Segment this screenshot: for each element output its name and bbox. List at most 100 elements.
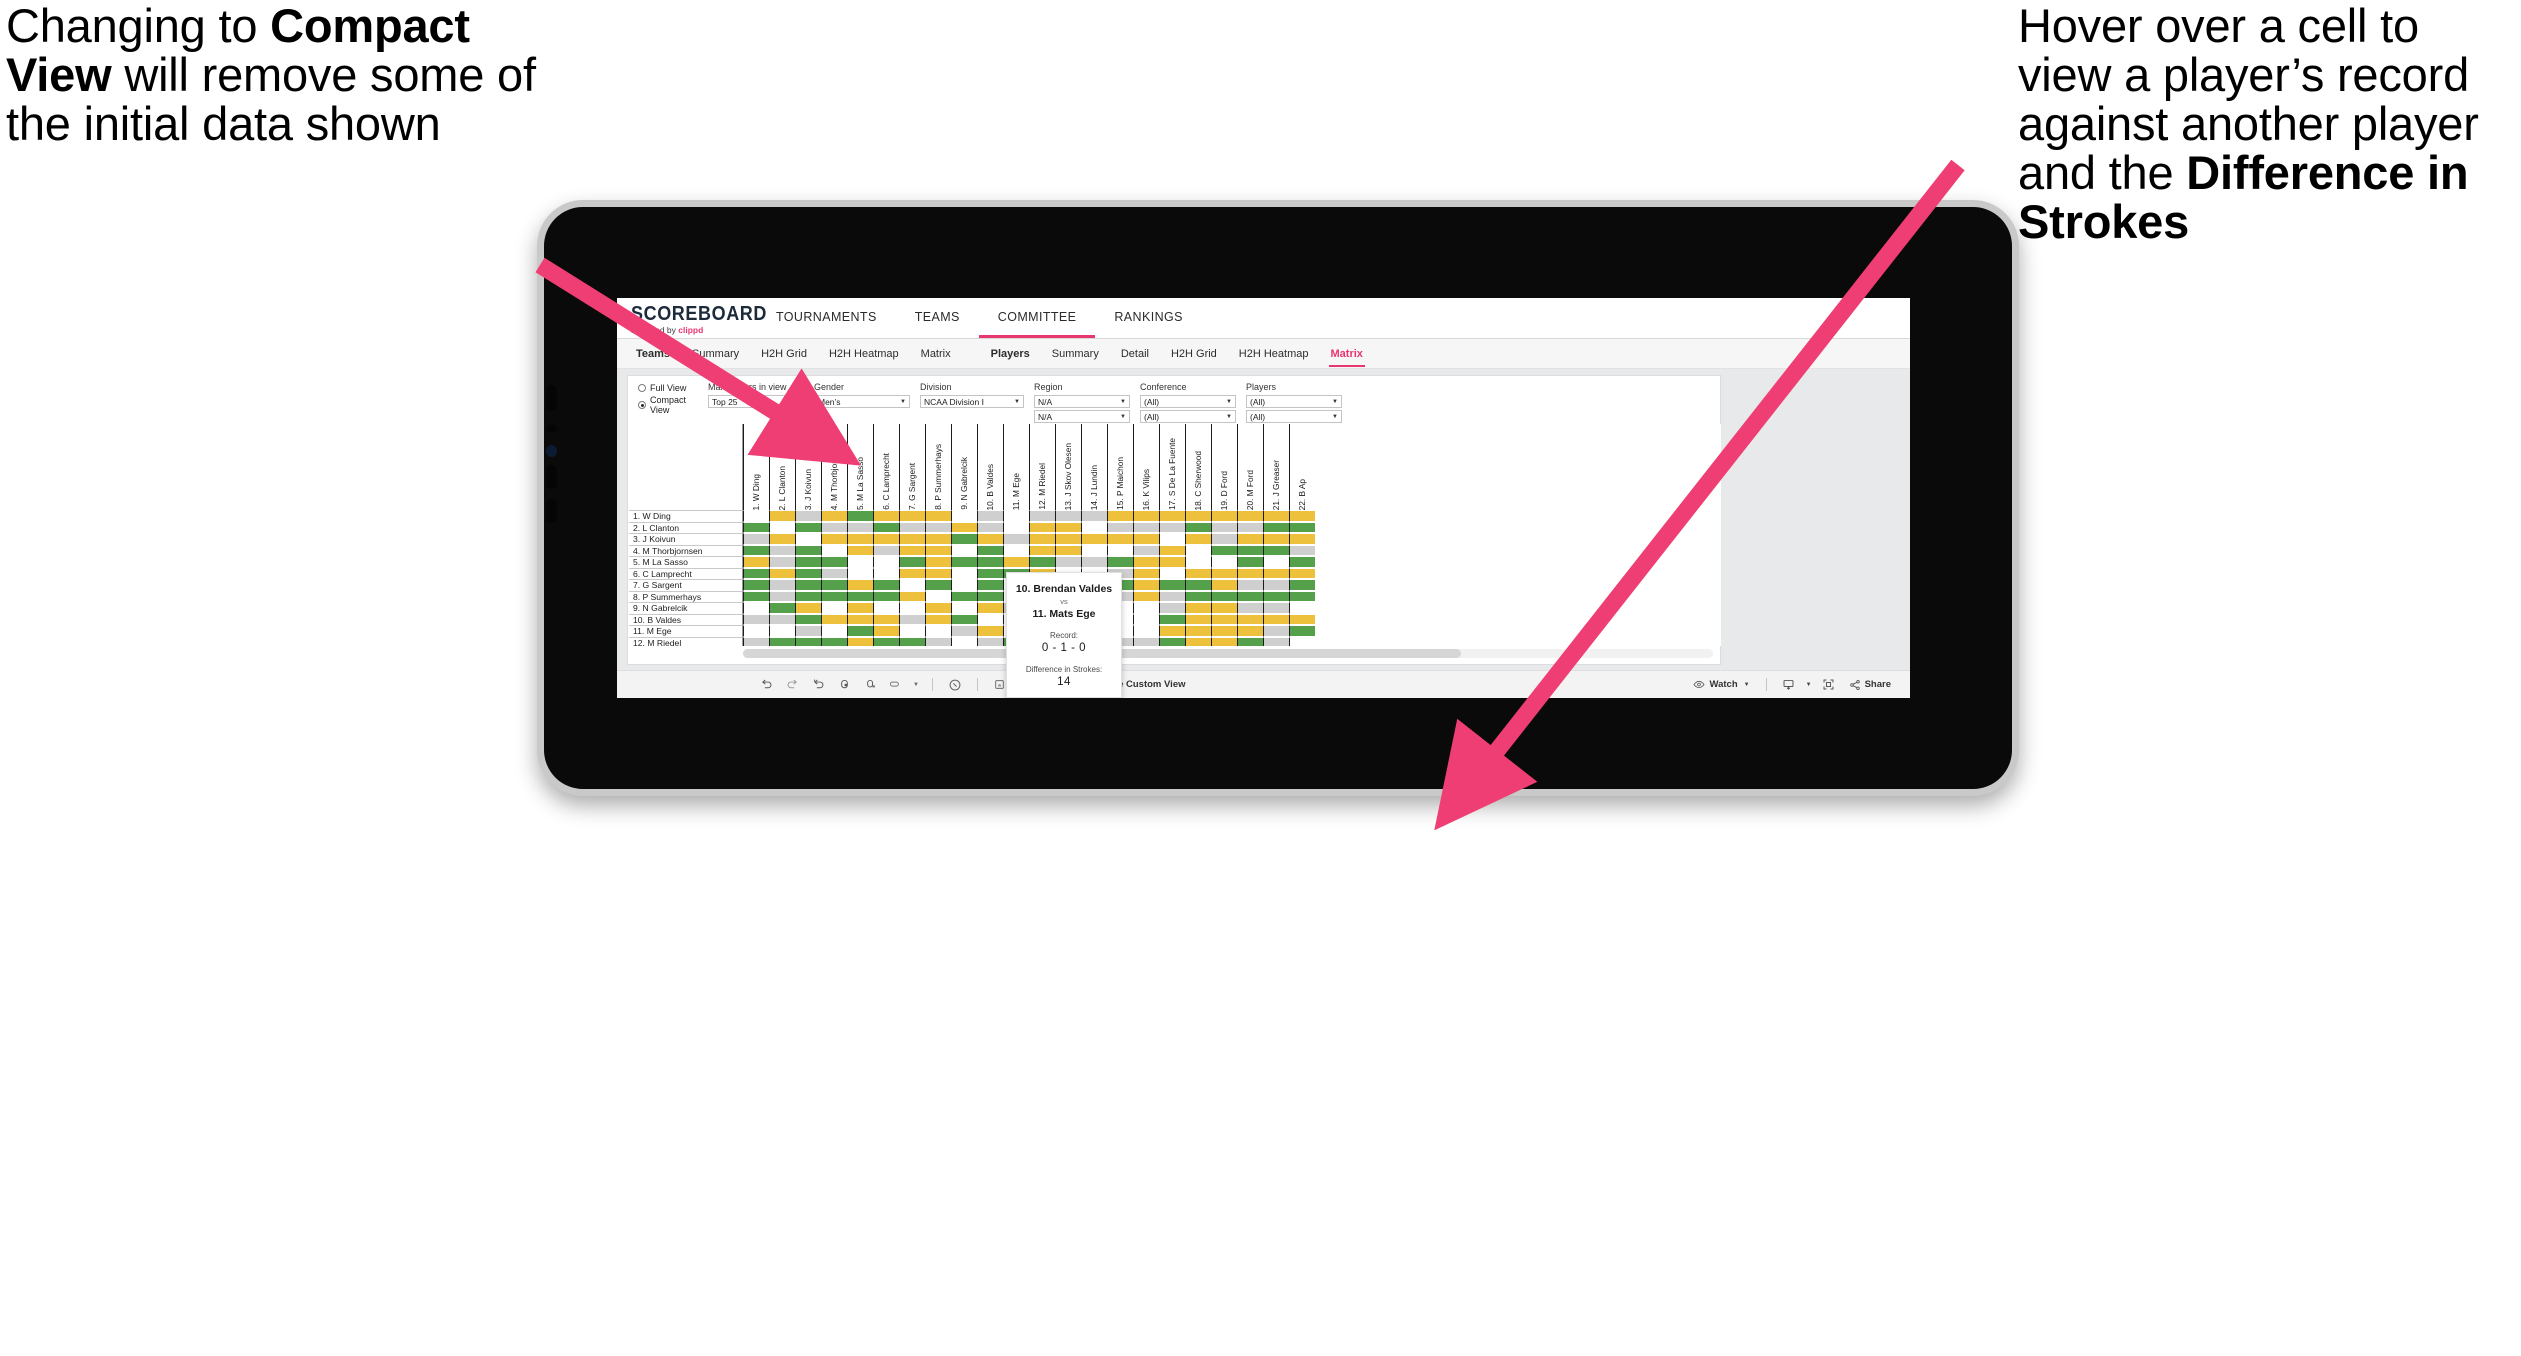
matrix-cell[interactable] [951,579,977,591]
matrix-cell[interactable] [1133,625,1159,637]
matrix-cell[interactable] [1107,510,1133,522]
matrix-cell[interactable] [1133,579,1159,591]
matrix-cell[interactable] [743,590,769,602]
matrix-cell[interactable] [1107,533,1133,545]
matrix-cell[interactable] [1029,521,1055,533]
matrix-cell[interactable] [1055,521,1081,533]
matrix-cell[interactable] [1185,625,1211,637]
matrix-cell[interactable] [1185,556,1211,568]
matrix-cell[interactable] [977,567,1003,579]
matrix-cell[interactable] [821,510,847,522]
matrix-cell[interactable] [769,636,795,646]
matrix-cell[interactable] [769,602,795,614]
matrix-cell[interactable] [769,510,795,522]
matrix-cell[interactable] [847,625,873,637]
matrix-cell[interactable] [1185,533,1211,545]
matrix-cell[interactable] [1237,533,1263,545]
matrix-column-header[interactable]: 10. B Valdes [977,424,1003,510]
matrix-cell[interactable] [951,510,977,522]
matrix-cell[interactable] [1185,579,1211,591]
matrix-cell[interactable] [1029,533,1055,545]
matrix-column-header[interactable]: 4. M Thorbjornsen [821,424,847,510]
matrix-row-label[interactable]: 12. M Riedel [629,636,743,646]
matrix-cell[interactable] [951,625,977,637]
radio-full-view[interactable]: Full View [638,383,704,393]
matrix-cell[interactable] [1237,602,1263,614]
matrix-cell[interactable] [1107,556,1133,568]
revert-icon[interactable] [805,672,831,698]
filter-dropdown[interactable]: Top 25 ▼ [708,395,804,408]
matrix-cell[interactable] [1003,510,1029,522]
matrix-cell[interactable] [951,567,977,579]
top-nav-item-teams[interactable]: TEAMS [896,298,979,338]
matrix-cell[interactable] [925,544,951,556]
matrix-cell[interactable] [1263,636,1289,646]
matrix-cell[interactable] [1211,625,1237,637]
matrix-cell[interactable] [925,590,951,602]
matrix-cell[interactable] [821,613,847,625]
matrix-cell[interactable] [847,579,873,591]
filter-dropdown[interactable]: (All) ▼ [1140,395,1236,408]
matrix-cell[interactable] [795,590,821,602]
matrix-cell[interactable] [873,544,899,556]
matrix-cell[interactable] [1133,556,1159,568]
matrix-cell[interactable] [795,625,821,637]
matrix-cell[interactable] [951,544,977,556]
matrix-cell[interactable] [1289,556,1315,568]
matrix-cell[interactable] [925,579,951,591]
matrix-cell[interactable] [821,590,847,602]
matrix-cell[interactable] [1237,556,1263,568]
top-nav-item-rankings[interactable]: RANKINGS [1095,298,1202,338]
matrix-row-label[interactable]: 8. P Summerhays [629,590,743,602]
matrix-column-header[interactable]: 16. K Vilips [1133,424,1159,510]
matrix-cell[interactable] [847,567,873,579]
matrix-cell[interactable] [1185,544,1211,556]
matrix-cell[interactable] [1211,613,1237,625]
matrix-cell[interactable] [769,579,795,591]
redo-icon[interactable] [779,672,805,698]
matrix-cell[interactable] [847,556,873,568]
matrix-cell[interactable] [1159,579,1185,591]
matrix-cell[interactable] [899,579,925,591]
matrix-cell[interactable] [1289,567,1315,579]
matrix-cell[interactable] [1107,544,1133,556]
horizontal-scrollbar[interactable] [743,649,1713,658]
matrix-cell[interactable] [1133,590,1159,602]
matrix-cell[interactable] [951,556,977,568]
matrix-cell[interactable] [951,590,977,602]
matrix-column-header[interactable]: 6. C Lamprecht [873,424,899,510]
matrix-cell[interactable] [1133,533,1159,545]
matrix-cell[interactable] [743,521,769,533]
sub-nav-item-summary[interactable]: Summary [681,339,750,369]
matrix-cell[interactable] [821,579,847,591]
matrix-cell[interactable] [1081,556,1107,568]
matrix-cell[interactable] [1003,556,1029,568]
matrix-cell[interactable] [847,510,873,522]
matrix-cell[interactable] [743,636,769,646]
matrix-cell[interactable] [1081,533,1107,545]
matrix-cell[interactable] [1159,521,1185,533]
matrix-cell[interactable] [743,510,769,522]
matrix-cell[interactable] [977,625,1003,637]
sub-nav-item-summary[interactable]: Summary [1041,339,1110,369]
matrix-cell[interactable] [1211,567,1237,579]
matrix-cell[interactable] [1081,510,1107,522]
matrix-cell[interactable] [795,521,821,533]
matrix-cell[interactable] [1289,544,1315,556]
matrix-column-header[interactable]: 13. J Skov Olesen [1055,424,1081,510]
top-nav-item-tournaments[interactable]: TOURNAMENTS [757,298,896,338]
matrix-cell[interactable] [795,510,821,522]
matrix-cell[interactable] [925,613,951,625]
filter-dropdown[interactable]: (All) ▼ [1246,395,1342,408]
matrix-cell[interactable] [977,544,1003,556]
help-icon[interactable] [942,672,968,698]
matrix-cell[interactable] [1289,533,1315,545]
filter-dropdown[interactable]: (All) ▼ [1140,410,1236,423]
share-button[interactable]: Share [1842,679,1898,691]
matrix-cell[interactable] [977,636,1003,646]
presentation-caret-icon[interactable]: ▼ [909,672,923,698]
matrix-cell[interactable] [821,544,847,556]
matrix-cell[interactable] [925,567,951,579]
sub-nav-item-detail[interactable]: Detail [1110,339,1160,369]
sub-nav-item-h2h-grid[interactable]: H2H Grid [1160,339,1228,369]
